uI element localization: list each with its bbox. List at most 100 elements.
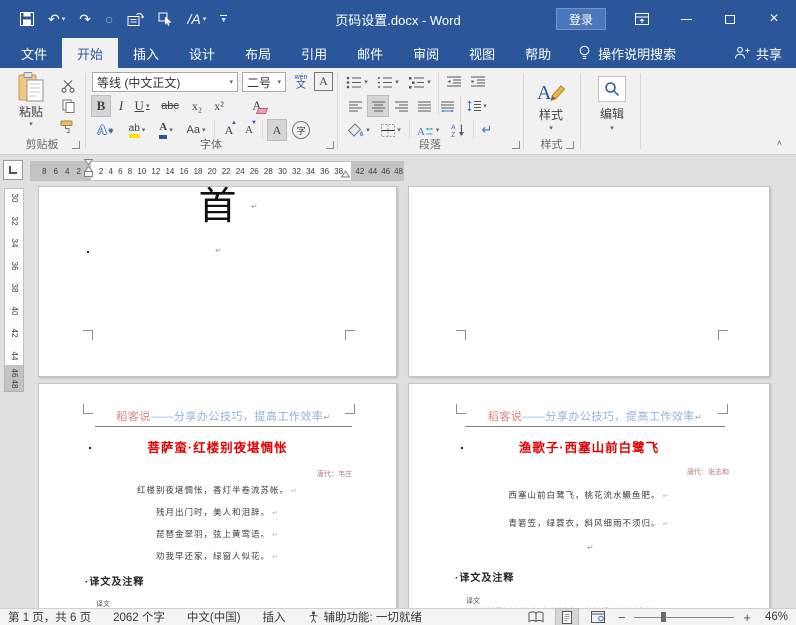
ruler-number: 6 <box>53 166 58 176</box>
styles-dialog-launcher[interactable] <box>566 141 574 149</box>
ruler-number: 16 <box>179 166 189 176</box>
ruler-number: 32 <box>10 216 19 226</box>
status-right: − + 46% <box>525 608 788 625</box>
italic-button[interactable]: I <box>114 96 128 116</box>
language-indicator[interactable]: 中文(中国) <box>187 609 241 625</box>
minimize-button[interactable] <box>664 0 708 38</box>
zoom-in-button[interactable]: + <box>743 610 751 625</box>
find-magnifier-icon <box>598 76 626 102</box>
svg-text:A: A <box>451 125 456 132</box>
share-person-icon <box>734 46 750 60</box>
vertical-ruler[interactable]: 30 32 34 36 38 40 42 44 46 48 <box>4 188 24 392</box>
ruler-number: 24 <box>235 166 245 176</box>
ribbon-tab-file[interactable]: 文件 <box>6 38 62 68</box>
line-spacing-icon[interactable] <box>464 96 490 116</box>
zoom-slider-thumb[interactable] <box>661 612 667 622</box>
page4-subsection: 译文 <box>466 598 480 605</box>
phonetic-guide-icon[interactable]: wén 文 <box>290 71 312 93</box>
page-4[interactable]: 稻客说——分享办公技巧，提高工作效率 渔歌子·西塞山前白鹭飞 唐代：张志和 西塞… <box>408 383 770 608</box>
font-name-combo[interactable]: 等线 (中文正文) ▾ <box>92 72 238 92</box>
right-indent-marker[interactable] <box>341 170 350 178</box>
ribbon-tab-help[interactable]: 帮助 <box>510 38 566 68</box>
align-left-icon[interactable] <box>345 96 365 116</box>
margin-corner-mark <box>456 330 466 340</box>
collapse-ribbon-icon[interactable]: ˄ <box>777 138 782 148</box>
multilevel-list-icon[interactable] <box>406 72 434 92</box>
bold-button[interactable]: B <box>91 95 111 117</box>
read-mode-icon[interactable] <box>525 609 547 625</box>
font-group-label: 字体 <box>200 139 222 151</box>
ribbon-tab-review[interactable]: 审阅 <box>398 38 454 68</box>
zoom-slider[interactable] <box>634 609 735 625</box>
page-indicator[interactable]: 第 1 页，共 6 页 <box>8 609 91 625</box>
increase-indent-icon[interactable] <box>467 72 489 92</box>
format-painter-icon[interactable] <box>56 116 78 136</box>
form-refresh-icon[interactable] <box>127 12 145 27</box>
vruler-main: 30 32 34 36 38 40 42 44 <box>4 188 24 366</box>
poem-line: 红楼别夜堪惆怅，香灯半卷流苏帐。 <box>39 484 396 506</box>
tab-selector[interactable] <box>3 160 23 180</box>
font-dialog-launcher[interactable] <box>326 141 334 149</box>
share-button[interactable]: 共享 <box>734 38 782 68</box>
poem-line: 青箬笠，绿蓑衣，斜风细雨不须归。 <box>409 517 769 545</box>
paragraph-dialog-launcher[interactable] <box>512 141 520 149</box>
ribbon-tab-layout[interactable]: 布局 <box>230 38 286 68</box>
subscript-button[interactable]: x₂ <box>188 96 206 116</box>
ruler-number: 8 <box>127 166 133 176</box>
undo-icon[interactable]: ↶ ▾ <box>48 12 65 26</box>
superscript-button[interactable]: x² <box>210 96 228 116</box>
ribbon-tab-references[interactable]: 引用 <box>286 38 342 68</box>
accessibility-status[interactable]: 辅助功能: 一切就绪 <box>308 609 422 625</box>
page-2[interactable] <box>408 186 770 377</box>
titlebar-controls: 登录 × <box>555 0 796 38</box>
align-center-icon[interactable] <box>367 95 389 117</box>
styles-button[interactable]: A 样式 ▾ <box>527 72 575 138</box>
ribbon-tab-design[interactable]: 设计 <box>174 38 230 68</box>
editing-button[interactable]: 编辑 ▾ <box>592 72 632 136</box>
sign-in-button[interactable]: 登录 <box>555 8 606 30</box>
print-layout-icon[interactable] <box>554 608 579 625</box>
tell-me-search[interactable]: 操作说明搜索 <box>566 38 688 68</box>
restore-button[interactable] <box>708 0 752 38</box>
character-border-icon[interactable]: A <box>314 72 333 91</box>
zoom-out-button[interactable]: − <box>618 610 626 625</box>
page-1[interactable]: 首 <box>38 186 397 377</box>
clear-formatting-icon[interactable]: A <box>246 96 269 116</box>
insert-mode-indicator[interactable]: 插入 <box>263 609 286 625</box>
justify-icon[interactable] <box>414 96 434 116</box>
web-layout-icon[interactable] <box>587 609 609 625</box>
align-right-icon[interactable] <box>391 96 411 116</box>
paragraph-mark <box>251 203 258 211</box>
ribbon-tab-mailings[interactable]: 邮件 <box>342 38 398 68</box>
clipboard-dialog-launcher[interactable] <box>72 141 80 149</box>
ruler-number: 2 <box>98 166 104 176</box>
word-count[interactable]: 2062 个字 <box>113 609 165 625</box>
strikethrough-button[interactable]: abc <box>158 96 182 116</box>
font-size-combo[interactable]: 二号 ▾ <box>242 72 286 92</box>
zoom-level[interactable]: 46% <box>760 611 788 623</box>
ruler-number: 4 <box>64 166 70 176</box>
paragraph-group-label: 段落 <box>419 139 441 151</box>
cursor-select-icon[interactable] <box>158 12 173 26</box>
ribbon-tab-home[interactable]: 开始 <box>62 38 119 68</box>
page3-poem-title: 菩萨蛮·红楼别夜堪惆怅 <box>147 441 288 455</box>
redo-icon[interactable]: ↷ <box>79 12 91 26</box>
ribbon-tab-view[interactable]: 视图 <box>454 38 510 68</box>
numbering-icon[interactable] <box>374 72 402 92</box>
indent-marker[interactable] <box>84 159 93 178</box>
copy-icon[interactable] <box>58 96 78 116</box>
page-3[interactable]: 稻客说——分享办公技巧，提高工作效率 菩萨蛮·红楼别夜堪惆怅 唐代：韦庄 红楼别… <box>38 383 397 608</box>
decrease-indent-icon[interactable] <box>443 72 465 92</box>
distribute-text-icon[interactable] <box>437 96 457 116</box>
ribbon-tab-insert[interactable]: 插入 <box>118 38 174 68</box>
bullets-icon[interactable] <box>343 72 371 92</box>
ruler-margin-right: 42 44 46 48 <box>351 162 403 180</box>
cut-icon[interactable] <box>58 76 78 96</box>
paste-button[interactable]: 粘贴 ▾ <box>8 72 54 142</box>
margin-corner-mark <box>83 404 93 414</box>
ribbon-display-options-icon[interactable] <box>620 0 664 38</box>
close-button[interactable]: × <box>752 0 796 38</box>
save-icon[interactable] <box>20 12 34 26</box>
margin-corner-mark <box>718 330 728 340</box>
underline-button[interactable]: U <box>130 96 154 116</box>
